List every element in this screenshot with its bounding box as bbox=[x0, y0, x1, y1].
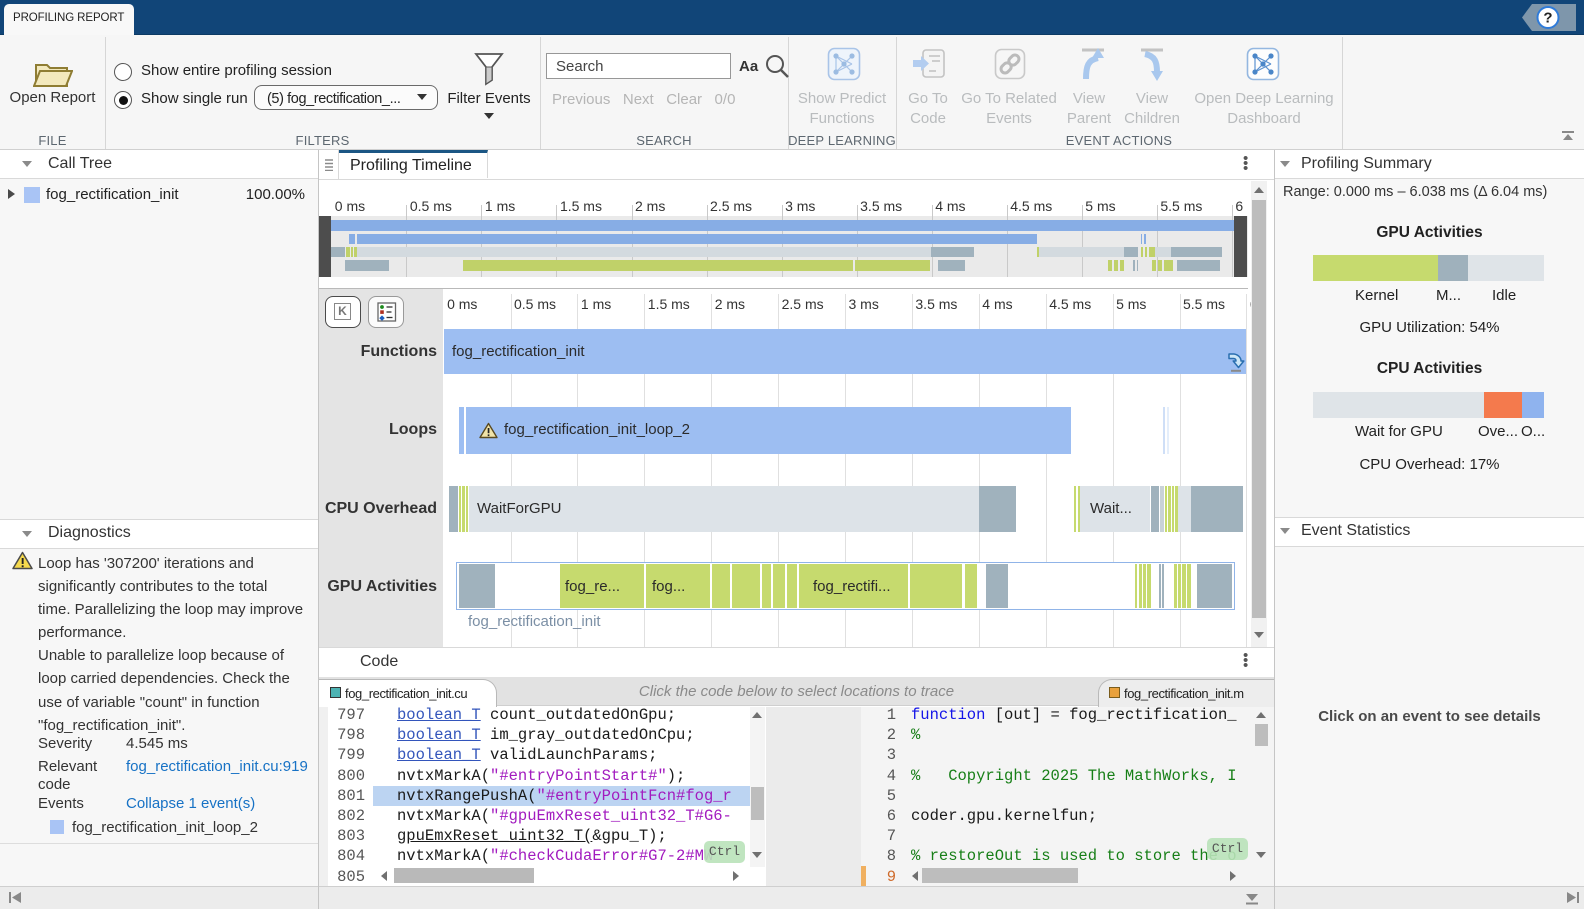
svg-text:?: ? bbox=[1543, 10, 1552, 27]
